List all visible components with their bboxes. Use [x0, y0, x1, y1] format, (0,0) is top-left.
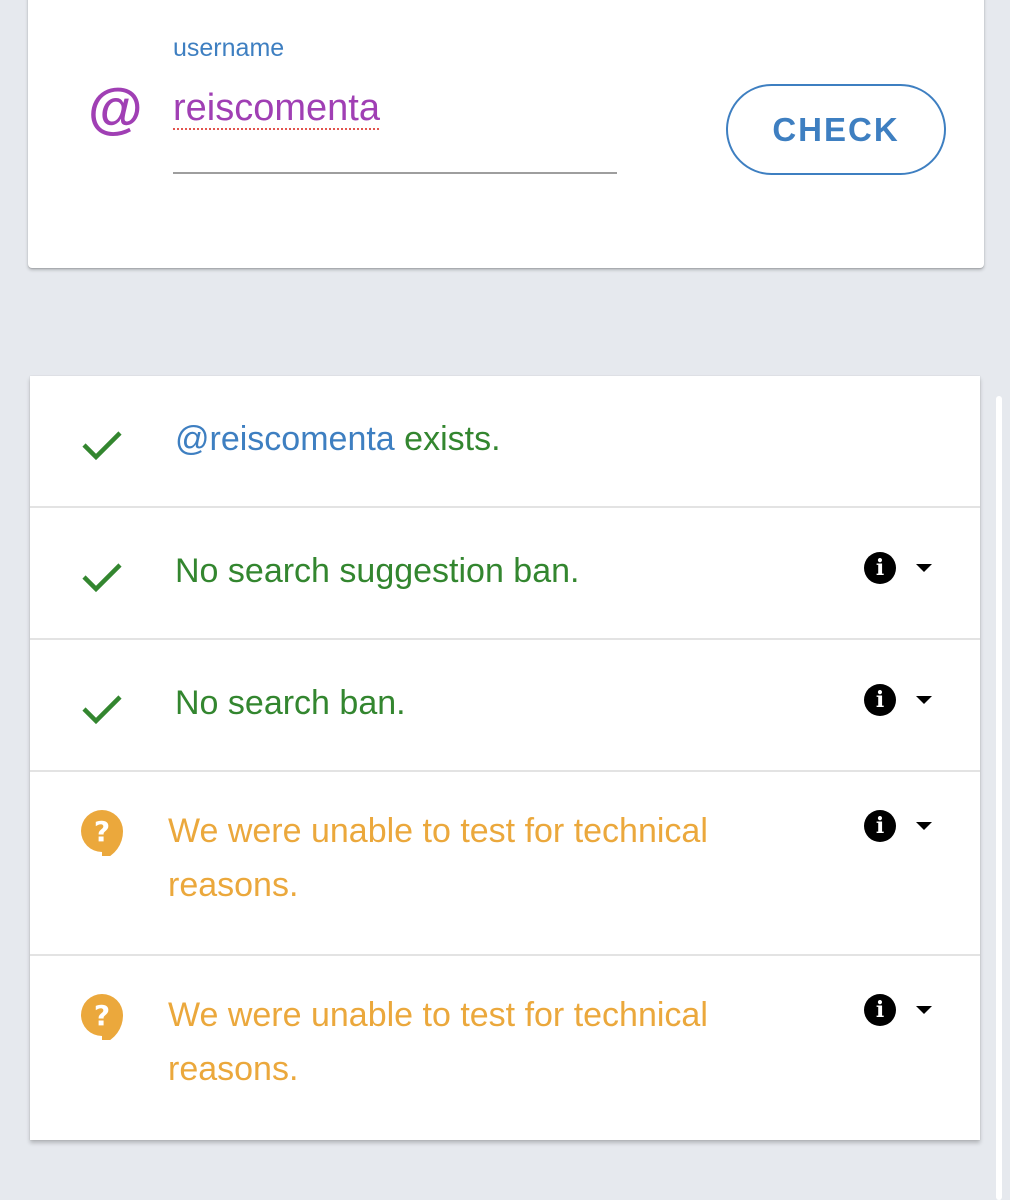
caret-down-icon[interactable] — [916, 1006, 932, 1014]
svg-text:?: ? — [94, 999, 110, 1032]
check-icon — [82, 695, 122, 725]
result-row-search-ban: No search ban. i — [30, 640, 980, 772]
result-row-exists: @reiscomenta exists. — [30, 376, 980, 508]
result-text: We were unable to test for technical rea… — [168, 996, 708, 1088]
result-row-unknown-2: ? We were unable to test for technical r… — [30, 956, 980, 1140]
scrollbar[interactable] — [996, 396, 1002, 1200]
caret-down-icon[interactable] — [916, 696, 932, 704]
caret-down-icon[interactable] — [916, 564, 932, 572]
result-text: @reiscomenta exists. — [175, 412, 501, 466]
username-card: username @ reiscomenta CHECK — [28, 0, 984, 268]
result-row-search-suggestion: No search suggestion ban. i — [30, 508, 980, 640]
result-text: We were unable to test for technical rea… — [168, 812, 708, 904]
at-icon: @ — [88, 76, 143, 139]
username-value[interactable]: reiscomenta — [173, 86, 380, 130]
check-button[interactable]: CHECK — [726, 84, 946, 175]
results-list: @reiscomenta exists. No search suggestio… — [30, 376, 980, 1140]
result-text: No search suggestion ban. — [175, 552, 580, 590]
result-message: exists. — [394, 420, 501, 458]
check-icon — [82, 563, 122, 593]
result-text: No search ban. — [175, 684, 406, 722]
result-row-unknown-1: ? We were unable to test for technical r… — [30, 772, 980, 956]
info-icon[interactable]: i — [864, 684, 896, 716]
svg-text:?: ? — [94, 815, 110, 848]
info-icon[interactable]: i — [864, 994, 896, 1026]
check-icon — [82, 431, 122, 461]
question-bubble-icon: ? — [81, 810, 124, 856]
info-icon[interactable]: i — [864, 552, 896, 584]
result-handle: @reiscomenta — [175, 420, 395, 458]
question-bubble-icon: ? — [81, 994, 124, 1040]
caret-down-icon[interactable] — [916, 822, 932, 830]
username-label: username — [173, 34, 285, 62]
info-icon[interactable]: i — [864, 810, 896, 842]
username-input[interactable]: reiscomenta — [173, 80, 617, 174]
